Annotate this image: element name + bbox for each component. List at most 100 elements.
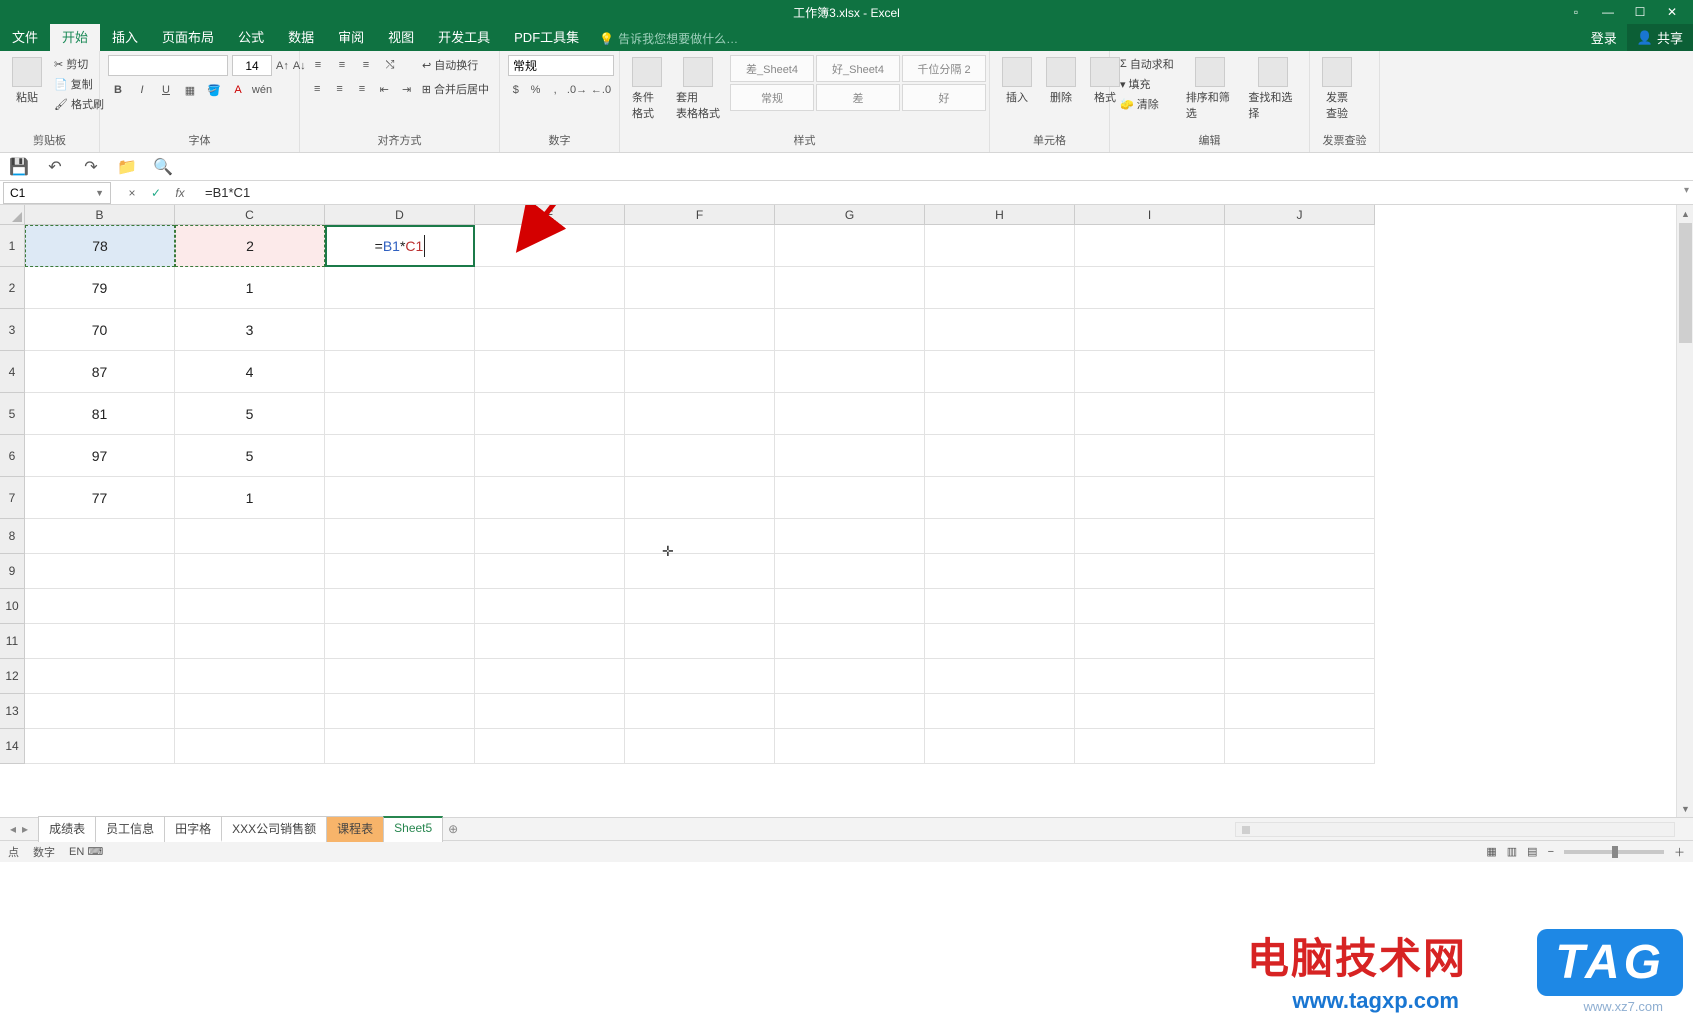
style-slot[interactable]: 好_Sheet4 bbox=[816, 55, 900, 82]
menu-tab-5[interactable]: 数据 bbox=[276, 23, 326, 51]
cell-F11[interactable] bbox=[625, 624, 775, 659]
cell-D12[interactable] bbox=[325, 659, 475, 694]
row-header-2[interactable]: 2 bbox=[0, 267, 25, 309]
cell-B5[interactable]: 81 bbox=[25, 393, 175, 435]
cell-G12[interactable] bbox=[775, 659, 925, 694]
cell-I14[interactable] bbox=[1075, 729, 1225, 764]
cell-D11[interactable] bbox=[325, 624, 475, 659]
cell-D6[interactable] bbox=[325, 435, 475, 477]
cell-B8[interactable] bbox=[25, 519, 175, 554]
cell-F9[interactable] bbox=[625, 554, 775, 589]
name-box[interactable]: C1 ▼ bbox=[3, 182, 111, 204]
bold-button[interactable]: B bbox=[108, 80, 128, 100]
cell-F2[interactable] bbox=[625, 267, 775, 309]
cell-G7[interactable] bbox=[775, 477, 925, 519]
fx-button[interactable]: fx bbox=[173, 186, 187, 200]
align-center-icon[interactable]: ≡ bbox=[330, 79, 348, 99]
scroll-down-icon[interactable]: ▼ bbox=[1677, 800, 1693, 817]
menu-tab-9[interactable]: PDF工具集 bbox=[502, 23, 591, 51]
expand-formula-bar-icon[interactable]: ▾ bbox=[1684, 185, 1689, 196]
sheet-tab-2[interactable]: 田字格 bbox=[164, 816, 222, 842]
cell-C1[interactable]: 2 bbox=[175, 225, 325, 267]
cell-D10[interactable] bbox=[325, 589, 475, 624]
col-header-B[interactable]: B bbox=[25, 205, 175, 225]
print-preview-icon[interactable]: 🔍 bbox=[154, 158, 172, 176]
fill-button[interactable]: ▾填充 bbox=[1118, 75, 1176, 93]
cell-B7[interactable]: 77 bbox=[25, 477, 175, 519]
cell-J2[interactable] bbox=[1225, 267, 1375, 309]
cell-F6[interactable] bbox=[625, 435, 775, 477]
cell-H9[interactable] bbox=[925, 554, 1075, 589]
cell-J3[interactable] bbox=[1225, 309, 1375, 351]
cell-C5[interactable]: 5 bbox=[175, 393, 325, 435]
menu-tab-0[interactable]: 文件 bbox=[0, 23, 50, 51]
cell-G5[interactable] bbox=[775, 393, 925, 435]
cell-E1[interactable] bbox=[475, 225, 625, 267]
find-select-button[interactable]: 查找和选择 bbox=[1244, 55, 1301, 129]
cell-E8[interactable] bbox=[475, 519, 625, 554]
insert-cell-button[interactable]: 插入 bbox=[998, 55, 1036, 129]
cell-G8[interactable] bbox=[775, 519, 925, 554]
row-header-7[interactable]: 7 bbox=[0, 477, 25, 519]
zoom-slider[interactable] bbox=[1564, 850, 1664, 854]
dec-decimal-icon[interactable]: ←.0 bbox=[591, 80, 611, 100]
table-format-button[interactable]: 套用 表格格式 bbox=[672, 55, 724, 129]
cell-styles-gallery[interactable]: 差_Sheet4好_Sheet4千位分隔 2常规差好 bbox=[730, 55, 986, 129]
login-link[interactable]: 登录 bbox=[1581, 24, 1627, 51]
cell-H2[interactable] bbox=[925, 267, 1075, 309]
cell-B2[interactable]: 79 bbox=[25, 267, 175, 309]
cell-D9[interactable] bbox=[325, 554, 475, 589]
row-header-10[interactable]: 10 bbox=[0, 589, 25, 624]
cell-J6[interactable] bbox=[1225, 435, 1375, 477]
cell-G10[interactable] bbox=[775, 589, 925, 624]
cell-I12[interactable] bbox=[1075, 659, 1225, 694]
cell-B9[interactable] bbox=[25, 554, 175, 589]
horizontal-scrollbar[interactable] bbox=[1235, 822, 1675, 837]
col-header-H[interactable]: H bbox=[925, 205, 1075, 225]
sheet-nav-first-icon[interactable]: ◂ bbox=[10, 822, 16, 836]
cell-J1[interactable] bbox=[1225, 225, 1375, 267]
align-top-icon[interactable]: ≡ bbox=[308, 55, 328, 75]
wrap-text-button[interactable]: ↩自动换行 bbox=[420, 56, 480, 74]
cell-B4[interactable]: 87 bbox=[25, 351, 175, 393]
cell-F5[interactable] bbox=[625, 393, 775, 435]
cell-I4[interactable] bbox=[1075, 351, 1225, 393]
col-header-I[interactable]: I bbox=[1075, 205, 1225, 225]
cell-D5[interactable] bbox=[325, 393, 475, 435]
row-header-8[interactable]: 8 bbox=[0, 519, 25, 554]
cell-H5[interactable] bbox=[925, 393, 1075, 435]
undo-icon[interactable]: ↶ bbox=[46, 158, 64, 176]
sheet-tab-3[interactable]: XXX公司销售额 bbox=[221, 816, 327, 842]
cell-I2[interactable] bbox=[1075, 267, 1225, 309]
cell-E3[interactable] bbox=[475, 309, 625, 351]
cell-D8[interactable] bbox=[325, 519, 475, 554]
cell-F7[interactable] bbox=[625, 477, 775, 519]
cell-C7[interactable]: 1 bbox=[175, 477, 325, 519]
paste-button[interactable]: 粘贴 bbox=[8, 55, 46, 129]
menu-tab-2[interactable]: 插入 bbox=[100, 23, 150, 51]
cell-E9[interactable] bbox=[475, 554, 625, 589]
sheet-nav-last-icon[interactable]: ▸ bbox=[22, 822, 28, 836]
cell-J14[interactable] bbox=[1225, 729, 1375, 764]
row-header-3[interactable]: 3 bbox=[0, 309, 25, 351]
cell-H3[interactable] bbox=[925, 309, 1075, 351]
cell-E14[interactable] bbox=[475, 729, 625, 764]
save-icon[interactable]: 💾 bbox=[10, 158, 28, 176]
row-header-11[interactable]: 11 bbox=[0, 624, 25, 659]
sheet-tab-1[interactable]: 员工信息 bbox=[95, 816, 165, 842]
cell-J11[interactable] bbox=[1225, 624, 1375, 659]
cell-E6[interactable] bbox=[475, 435, 625, 477]
merge-center-button[interactable]: ⊞合并后居中 bbox=[420, 80, 491, 98]
zoom-in-icon[interactable]: ＋ bbox=[1674, 844, 1685, 860]
cell-F10[interactable] bbox=[625, 589, 775, 624]
sheet-tab-4[interactable]: 课程表 bbox=[326, 816, 384, 842]
cell-I1[interactable] bbox=[1075, 225, 1225, 267]
cell-E13[interactable] bbox=[475, 694, 625, 729]
tell-me-search[interactable]: 💡 告诉我您想要做什么… bbox=[591, 26, 746, 51]
currency-icon[interactable]: $ bbox=[508, 80, 524, 100]
cell-D4[interactable] bbox=[325, 351, 475, 393]
col-header-D[interactable]: D bbox=[325, 205, 475, 225]
cell-F3[interactable] bbox=[625, 309, 775, 351]
conditional-format-button[interactable]: 条件格式 bbox=[628, 55, 666, 129]
cell-G4[interactable] bbox=[775, 351, 925, 393]
